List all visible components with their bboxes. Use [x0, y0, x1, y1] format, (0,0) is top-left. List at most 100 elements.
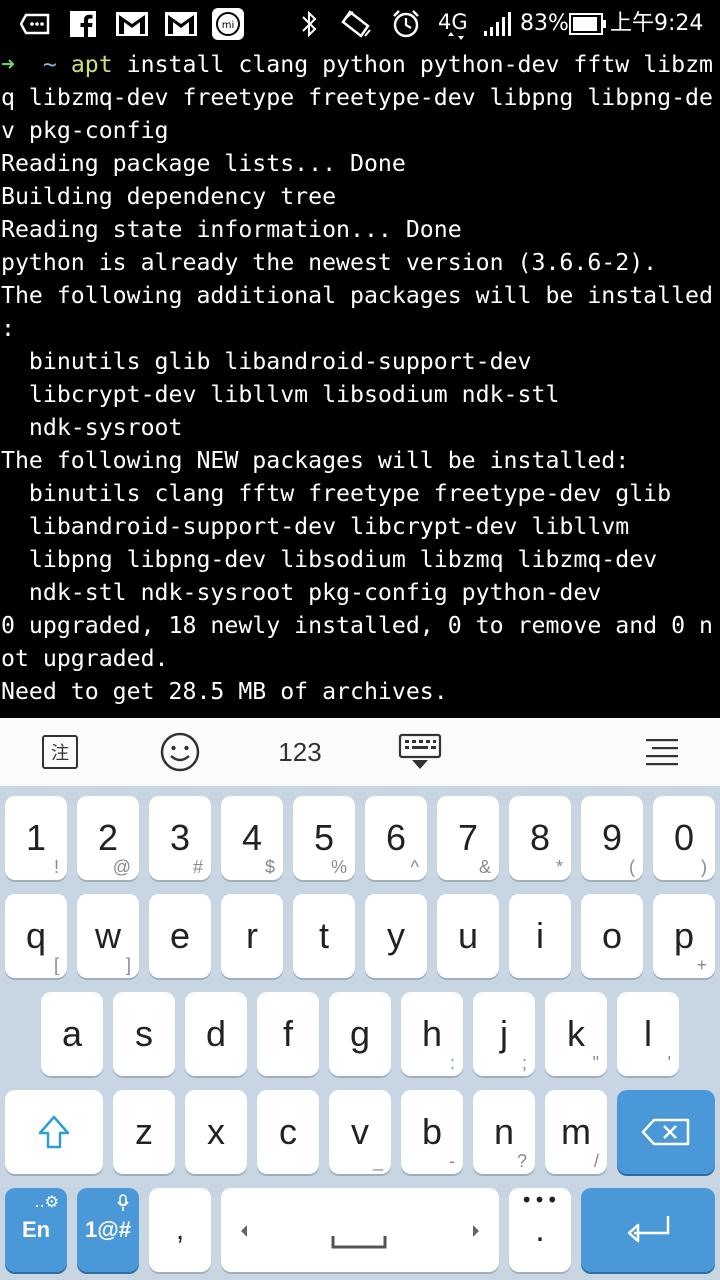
key-c[interactable]: c — [257, 1090, 319, 1174]
mi-icon: mi — [210, 8, 246, 40]
key-u[interactable]: u — [437, 894, 499, 978]
key-2[interactable]: 2 @ — [77, 796, 139, 880]
space-key[interactable] — [221, 1188, 499, 1272]
key-4[interactable]: 4 $ — [221, 796, 283, 880]
annotate-label: 注 — [42, 735, 78, 769]
key-s[interactable]: s — [113, 992, 175, 1076]
prompt-dir: ~ — [42, 51, 57, 78]
comma-key[interactable]: , — [149, 1188, 211, 1272]
enter-key[interactable] — [581, 1188, 715, 1272]
keyboard-toolbar: 注 123 — [0, 718, 720, 787]
terminal-line: Reading state information... Done — [1, 216, 462, 243]
key-x[interactable]: x — [185, 1090, 247, 1174]
bluetooth-icon — [296, 8, 322, 40]
key-7[interactable]: 7 & — [437, 796, 499, 880]
keyboard-hide-icon — [398, 733, 442, 769]
key-w[interactable]: w] — [77, 894, 139, 978]
key-j[interactable]: j; — [473, 992, 535, 1076]
terminal-line: The following NEW packages will be insta… — [1, 447, 630, 474]
space-icon — [331, 1236, 387, 1249]
key-g[interactable]: g — [329, 992, 391, 1076]
terminal-line: 0 upgraded, 18 newly installed, 0 to rem… — [1, 612, 713, 639]
key-h[interactable]: h: — [401, 992, 463, 1076]
key-3[interactable]: 3 # — [149, 796, 211, 880]
key-v[interactable]: v _ — [329, 1090, 391, 1174]
symbols-label: 1@# — [85, 1217, 131, 1242]
key-r[interactable]: r — [221, 894, 283, 978]
key-0[interactable]: 0) — [653, 796, 715, 880]
cursor-right-icon — [473, 1225, 479, 1237]
key-b[interactable]: b- — [401, 1090, 463, 1174]
command-args: install clang python python-dev fftw lib… — [112, 51, 714, 78]
terminal-line: ndk-stl ndk-sysroot pkg-config python-de… — [1, 579, 602, 606]
language-label: En — [21, 1217, 51, 1242]
hide-keyboard-button[interactable] — [390, 718, 450, 786]
terminal-line: python is already the newest version (3.… — [1, 249, 658, 276]
annotate-button[interactable]: 注 — [30, 718, 90, 786]
key-d[interactable]: d — [185, 992, 247, 1076]
shift-key[interactable] — [5, 1090, 103, 1174]
key-o[interactable]: o — [581, 894, 643, 978]
numbers-button[interactable]: 123 — [260, 718, 340, 786]
terminal-line: Building dependency tree — [1, 183, 337, 210]
key-1[interactable]: 1! — [5, 796, 67, 880]
clock: 上午9:24 — [610, 11, 704, 36]
symbols-key[interactable]: 1@# — [77, 1188, 139, 1272]
period-key[interactable]: ••• . — [509, 1188, 571, 1272]
terminal-line: q libzmq-dev freetype freetype-dev libpn… — [1, 84, 713, 111]
key-i[interactable]: i — [509, 894, 571, 978]
enter-icon — [627, 1216, 670, 1243]
key-z[interactable]: z — [113, 1090, 175, 1174]
battery-icon — [568, 8, 608, 40]
settings-icon: ..⚙ — [34, 1192, 59, 1211]
more-dots-icon: ••• — [520, 1188, 560, 1212]
rotate-icon — [338, 8, 374, 40]
terminal-line: binutils glib libandroid-support-dev — [1, 348, 532, 375]
key-8[interactable]: 8 * — [509, 796, 571, 880]
gmail-icon — [163, 8, 199, 40]
terminal-line: libcrypt-dev libllvm libsodium ndk-stl — [1, 381, 560, 408]
terminal-line: Reading package lists... Done — [1, 150, 406, 177]
terminal-line: v pkg-config — [1, 117, 169, 144]
soft-keyboard: 1! 2 @ 3 # 4 $ 5% 6 ^ 7 & 8 * 9( 0) q[ w] e r … — [0, 786, 720, 1280]
key-n[interactable]: n? — [473, 1090, 535, 1174]
key-e[interactable]: e — [149, 894, 211, 978]
gmail-icon — [114, 8, 150, 40]
terminal-line: binutils clang fftw freetype freetype-de… — [1, 480, 672, 507]
command-name: apt — [70, 51, 113, 78]
signal-icon — [482, 8, 514, 40]
message-icon — [18, 8, 52, 40]
terminal-line: : — [1, 315, 15, 342]
terminal-line: ndk-sysroot — [1, 414, 183, 441]
backspace-key[interactable] — [617, 1090, 715, 1174]
key-m[interactable]: m / — [545, 1090, 607, 1174]
facebook-icon — [68, 8, 98, 40]
key-t[interactable]: t — [293, 894, 355, 978]
smiley-icon — [160, 732, 200, 772]
key-5[interactable]: 5% — [293, 796, 355, 880]
language-key[interactable]: ..⚙ En — [5, 1188, 67, 1272]
terminal-line: The following additional packages will b… — [1, 282, 713, 309]
terminal-output[interactable]: ➜ ~ apt install clang python python-dev … — [0, 48, 720, 718]
battery-percent: 83% — [520, 11, 569, 36]
key-q[interactable]: q[ — [5, 894, 67, 978]
key-f[interactable]: f — [257, 992, 319, 1076]
shift-icon — [38, 1115, 70, 1149]
terminal-line: libpng libpng-dev libsodium libzmq libzm… — [1, 546, 658, 573]
key-p[interactable]: p + — [653, 894, 715, 978]
terminal-line: libandroid-support-dev libcrypt-dev libl… — [1, 513, 630, 540]
backspace-icon — [641, 1118, 690, 1146]
key-k[interactable]: k " — [545, 992, 607, 1076]
key-a[interactable]: a — [41, 992, 103, 1076]
prompt-arrow: ➜ — [1, 51, 15, 78]
emoji-button[interactable] — [150, 718, 210, 786]
data-arrows-icon — [444, 30, 470, 42]
key-9[interactable]: 9( — [581, 796, 643, 880]
key-l[interactable]: l ' — [617, 992, 679, 1076]
menu-button[interactable] — [632, 718, 692, 786]
svg-text:mi: mi — [222, 20, 235, 31]
menu-icon — [646, 739, 678, 766]
key-6[interactable]: 6 ^ — [365, 796, 427, 880]
alarm-icon — [390, 8, 422, 40]
key-y[interactable]: y — [365, 894, 427, 978]
